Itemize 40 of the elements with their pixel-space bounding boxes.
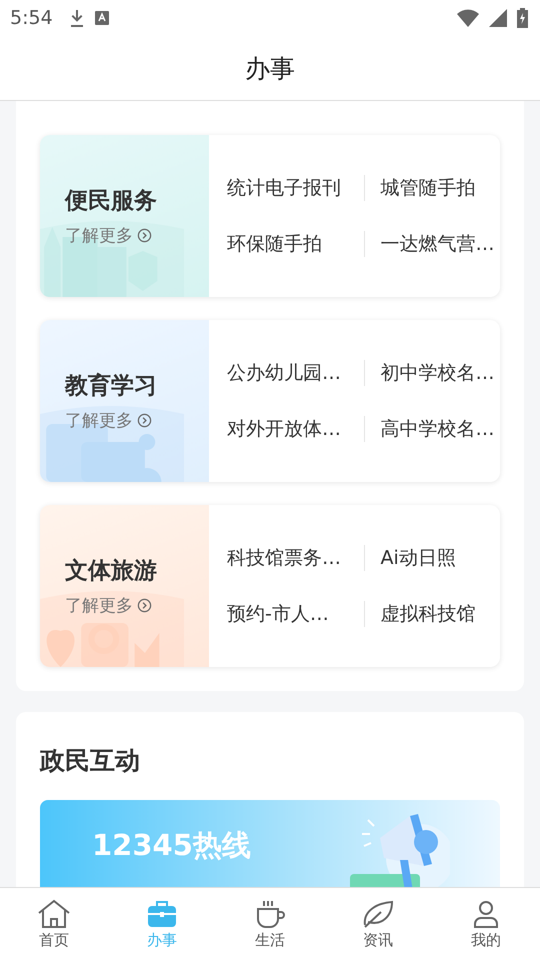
bag-icon <box>145 898 179 928</box>
category-tile[interactable]: 教育学习 了解更多 <box>40 320 209 482</box>
service-link[interactable]: 统计电子报刊 <box>227 175 364 201</box>
section-title: 政民互动 <box>40 745 141 777</box>
category-tile[interactable]: 便民服务 了解更多 <box>40 135 209 297</box>
banner-title: 12345热线 <box>92 827 251 864</box>
tab-item[interactable]: 资讯 <box>338 888 418 960</box>
service-link[interactable]: Ai动日照 <box>364 545 500 571</box>
chevron-icon <box>137 228 152 243</box>
tab-item[interactable]: 我的 <box>446 888 526 960</box>
status-time: 5:54 <box>10 7 53 29</box>
chevron-icon <box>137 598 152 613</box>
learn-more-link[interactable]: 了解更多 <box>65 594 209 617</box>
service-link[interactable]: 公办幼儿园… <box>227 360 364 386</box>
service-link[interactable]: 科技馆票务… <box>227 545 364 571</box>
wifi-icon <box>457 9 479 27</box>
page-title: 办事 <box>245 52 295 84</box>
learn-more-link[interactable]: 了解更多 <box>65 224 209 247</box>
home-icon <box>37 898 71 928</box>
learn-more-link[interactable]: 了解更多 <box>65 409 209 432</box>
service-link[interactable]: 对外开放体… <box>227 416 364 442</box>
leaf-icon <box>361 898 395 928</box>
category-title: 文体旅游 <box>65 557 158 586</box>
category-title: 教育学习 <box>65 372 158 401</box>
signal-icon <box>489 9 507 27</box>
tab-item[interactable]: 首页 <box>14 888 94 960</box>
service-link[interactable]: 预约-市人… <box>227 601 364 627</box>
category-tile[interactable]: 文体旅游 了解更多 <box>40 505 209 667</box>
keyboard-icon <box>94 11 109 25</box>
download-icon <box>68 8 85 28</box>
service-link[interactable]: 初中学校名… <box>364 360 500 386</box>
service-link[interactable]: 虚拟科技馆 <box>364 601 500 627</box>
battery-icon <box>517 8 528 28</box>
category-title: 便民服务 <box>65 187 158 216</box>
service-link[interactable]: 城管随手拍 <box>364 175 500 201</box>
chevron-icon <box>137 413 152 428</box>
tab-item[interactable]: 生活 <box>230 888 310 960</box>
service-link[interactable]: 一达燃气营… <box>364 231 500 257</box>
service-link[interactable]: 环保随手拍 <box>227 231 364 257</box>
service-link[interactable]: 高中学校名… <box>364 416 500 442</box>
